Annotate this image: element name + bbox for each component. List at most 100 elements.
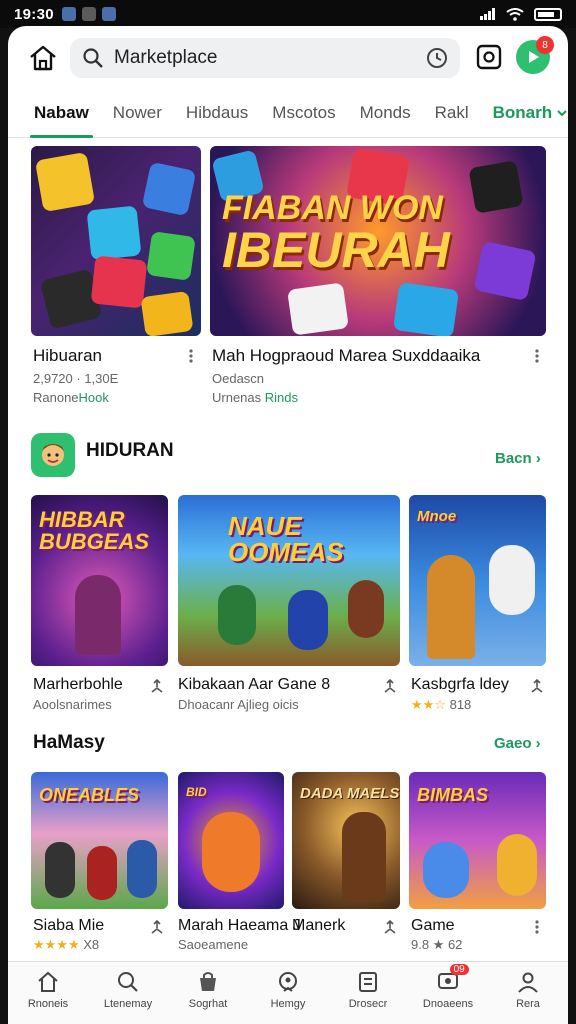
rating-value: X8: [83, 937, 100, 952]
character-figure: [427, 555, 475, 659]
tab-nower[interactable]: Nower: [113, 88, 162, 138]
app-window: Marketplace 8 Nabaw Nower Hibdaus Mscoto…: [8, 26, 568, 1024]
game-tile: [392, 282, 460, 336]
thumbnail-art-text: ONEABLES: [39, 785, 140, 805]
character-figure: [348, 580, 384, 638]
share-icon[interactable]: [382, 678, 398, 694]
nav-item-profile[interactable]: Rera: [488, 962, 568, 1024]
list-icon: [359, 972, 377, 992]
character-figure: [127, 840, 157, 898]
sub-link[interactable]: Rinds: [265, 390, 298, 405]
nav-item-store[interactable]: Sogrhat: [168, 962, 248, 1024]
featured-card-title[interactable]: Hibuaran: [33, 346, 102, 366]
game-thumbnail[interactable]: BID: [178, 772, 284, 909]
thumbnail-art-text: Mnoe: [417, 508, 457, 525]
character-figure: [45, 842, 75, 898]
game-rating: ★★★★ X8: [33, 937, 99, 953]
game-title[interactable]: Manerk: [292, 917, 345, 935]
game-thumbnail[interactable]: NAUE OOMEAS: [178, 495, 400, 666]
nav-item-home[interactable]: Rnoneis: [8, 962, 88, 1024]
featured-card-sub: RanoneHook: [33, 390, 109, 405]
nav-item-help[interactable]: Hemgy: [248, 962, 328, 1024]
game-thumbnail[interactable]: DADA MAELS: [292, 772, 400, 909]
thumbnail-art-text: BID: [186, 785, 207, 799]
home-icon[interactable]: [28, 44, 58, 72]
game-title[interactable]: Game: [411, 917, 455, 935]
search-input[interactable]: Marketplace: [114, 47, 218, 69]
banner-title-line1: FIABAN WON: [222, 189, 443, 227]
more-options-icon[interactable]: [534, 348, 540, 364]
featured-banner-title[interactable]: Mah Hogpraoud Marea Suxddaaika: [212, 346, 480, 366]
tab-nabaw[interactable]: Nabaw: [30, 88, 93, 138]
game-thumbnail[interactable]: Mnoe: [409, 495, 546, 666]
nav-badge: 09: [449, 964, 469, 975]
help-icon: [279, 972, 297, 992]
section-avatar-icon: [31, 433, 75, 477]
nav-item-chat[interactable]: 09 Dnoaeens: [408, 962, 488, 1024]
share-icon[interactable]: [529, 678, 545, 694]
game-thumbnail[interactable]: ONEABLES: [31, 772, 168, 909]
game-tile: [86, 205, 142, 261]
featured-card-image[interactable]: [31, 146, 201, 336]
search-icon: [118, 972, 138, 992]
game-title[interactable]: Marah Haeama J: [178, 917, 301, 935]
game-title[interactable]: Marherbohle: [33, 676, 123, 694]
section-title: HaMasy: [33, 732, 105, 753]
notification-badge: 8: [536, 36, 554, 54]
share-icon[interactable]: [149, 919, 165, 935]
featured-banner-image[interactable]: FIABAN WON IBEURAH: [210, 146, 546, 336]
nav-label: Rnoneis: [27, 998, 69, 1010]
nav-label: Dnoaeens: [422, 998, 474, 1010]
profile-avatar-button[interactable]: 8: [516, 36, 554, 74]
banner-title-line2: IBEURAH: [222, 222, 450, 278]
sub-link[interactable]: Hook: [79, 390, 109, 405]
rating-stars: ★★☆: [411, 697, 446, 712]
share-icon[interactable]: [382, 919, 398, 935]
nav-label: Drosecr: [348, 998, 388, 1010]
battery-icon: [534, 7, 562, 21]
tab-mscotos[interactable]: Mscotos: [272, 88, 335, 138]
see-all-label: Bacn: [495, 450, 532, 467]
app-notification-icon: [61, 7, 76, 21]
tab-hibdaus[interactable]: Hibdaus: [186, 88, 248, 138]
more-options-icon[interactable]: [188, 348, 194, 364]
banner-title: FIABAN WON IBEURAH: [222, 191, 450, 275]
camera-icon[interactable]: [476, 44, 502, 70]
tab-more-dropdown[interactable]: Bonarh: [493, 88, 568, 138]
thumbnail-art-text: DADA MAELS: [300, 785, 400, 802]
section-see-all-link[interactable]: Gaeo ›: [494, 735, 541, 752]
character-figure: [202, 812, 260, 892]
mail-notification-icon: [81, 7, 96, 21]
nav-label: Ltenemay: [103, 998, 153, 1010]
game-subtitle: Dhoacanr Ajlieg oicis: [178, 697, 299, 712]
nav-item-search[interactable]: Ltenemay: [88, 962, 168, 1024]
search-bar[interactable]: Marketplace: [70, 38, 460, 78]
nav-label: Sogrhat: [188, 998, 228, 1010]
game-title[interactable]: Siaba Mie: [33, 917, 104, 935]
game-title[interactable]: Kasbgrfa ldey: [411, 676, 509, 694]
search-icon: [83, 48, 103, 68]
game-thumbnail[interactable]: BIMBAS: [409, 772, 546, 909]
wifi-icon: [506, 7, 524, 21]
category-tabs: Nabaw Nower Hibdaus Mscotos Monds Rakl B…: [8, 88, 568, 138]
featured-card-meta: 2,9720 · 1,30E: [33, 371, 119, 386]
share-icon[interactable]: [149, 678, 165, 694]
timer-icon[interactable]: [426, 47, 448, 69]
nav-item-list[interactable]: Drosecr: [328, 962, 408, 1024]
thumbnail-art-text: NAUE OOMEAS: [228, 511, 344, 567]
tab-rakl[interactable]: Rakl: [435, 88, 469, 138]
game-thumbnail[interactable]: HIBBAR BUBGEAS: [31, 495, 168, 666]
game-tile: [141, 161, 197, 217]
profile-icon: [518, 972, 538, 993]
tab-monds[interactable]: Monds: [360, 88, 411, 138]
game-subtitle: Aoolsnarimes: [33, 697, 112, 712]
thumbnail-art-text: BIMBAS: [417, 785, 488, 805]
section-title: HIDURAN: [86, 440, 174, 461]
game-title[interactable]: Kibakaan Aar Gane 8: [178, 676, 330, 694]
more-options-icon[interactable]: [534, 919, 540, 935]
character-figure: [75, 575, 121, 655]
sub-prefix: Urnenas: [212, 390, 262, 405]
game-tile: [140, 290, 194, 336]
game-tile: [146, 231, 196, 281]
section-see-all-link[interactable]: Bacn ›: [495, 450, 541, 467]
